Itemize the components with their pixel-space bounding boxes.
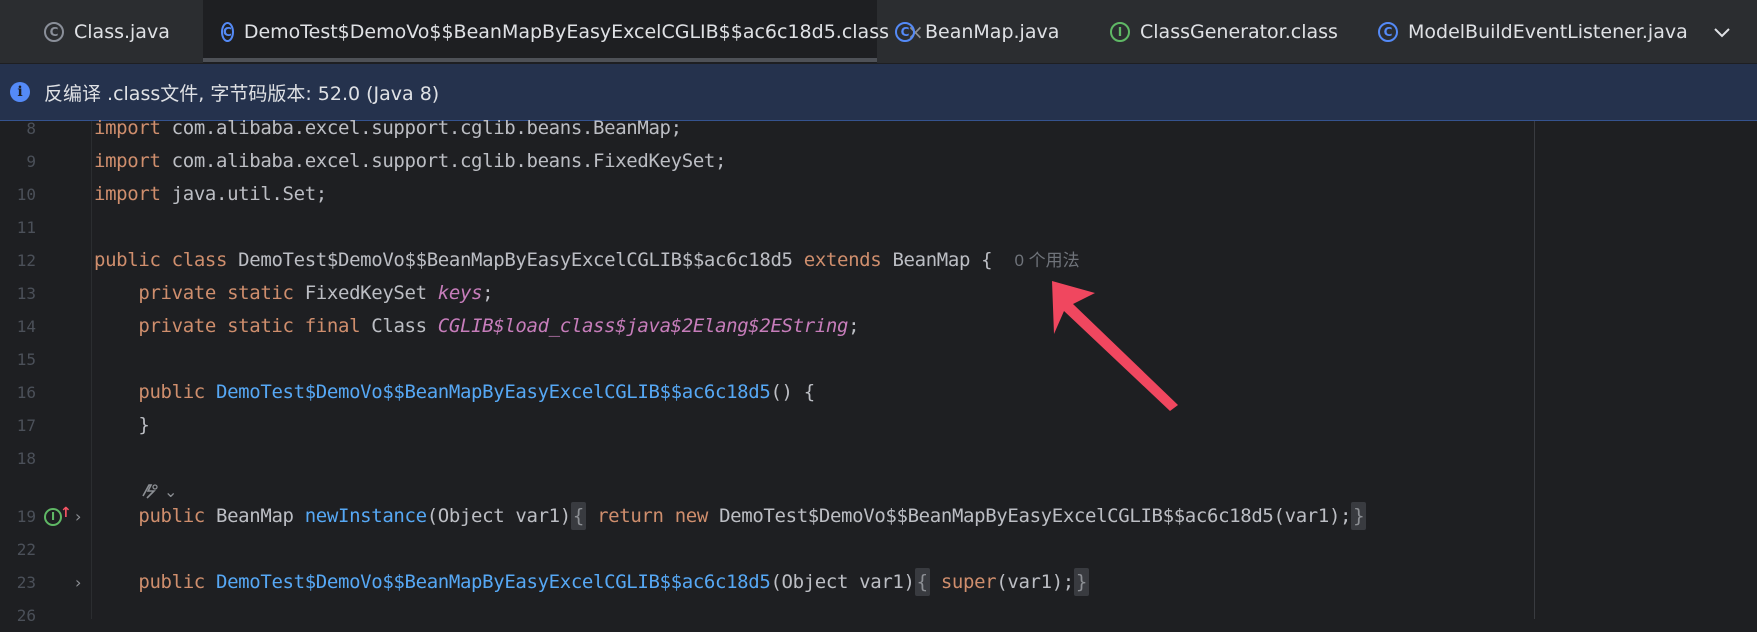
- folded-brace[interactable]: }: [1351, 502, 1367, 530]
- line-number: 12: [16, 251, 36, 270]
- code-line: 23 › public DemoTest$DemoVo$$BeanMapByEa…: [0, 566, 1757, 599]
- override-gutter-marker[interactable]: I ↑: [44, 500, 72, 533]
- chevron-right-icon: ›: [75, 573, 82, 592]
- line-number: 22: [16, 540, 36, 559]
- class-icon: C: [1378, 21, 1398, 42]
- folded-brace[interactable]: }: [1073, 568, 1089, 596]
- editor-tab-bar: C Class.java C DemoTest$DemoVo$$BeanMapB…: [0, 0, 1757, 64]
- tab-label: BeanMap.java: [925, 20, 1060, 43]
- tab-demotest-class[interactable]: C DemoTest$DemoVo$$BeanMapByEasyExcelCGL…: [203, 0, 924, 63]
- code-text[interactable]: import java.util.Set;: [94, 178, 327, 211]
- code-line: 12 public class DemoTest$DemoVo$$BeanMap…: [0, 244, 1757, 277]
- chevron-down-icon: ⌄: [164, 481, 178, 501]
- code-text[interactable]: import com.alibaba.excel.support.cglib.b…: [94, 112, 682, 145]
- code-text[interactable]: public DemoTest$DemoVo$$BeanMapByEasyExc…: [94, 376, 815, 409]
- active-tab-indicator: [203, 58, 877, 62]
- code-line: 16 public DemoTest$DemoVo$$BeanMapByEasy…: [0, 376, 1757, 409]
- line-number: 15: [16, 350, 36, 369]
- line-number: 19: [16, 507, 36, 526]
- code-line: 15: [0, 343, 1757, 376]
- tab-label: DemoTest$DemoVo$$BeanMapByEasyExcelCGLIB…: [243, 20, 889, 43]
- line-number: 23: [16, 573, 36, 592]
- tab-beanmap-java[interactable]: C BeanMap.java: [895, 0, 1059, 63]
- code-text[interactable]: private static FixedKeySet keys;: [94, 277, 493, 310]
- code-text[interactable]: public BeanMap newInstance(Object var1){…: [94, 500, 1367, 533]
- code-text[interactable]: public class DemoTest$DemoVo$$BeanMapByE…: [94, 244, 1080, 277]
- code-line: 8 import com.alibaba.excel.support.cglib…: [0, 112, 1757, 145]
- class-icon: C: [221, 21, 234, 42]
- line-number: 9: [26, 152, 36, 171]
- line-number: 10: [16, 185, 36, 204]
- inlay-hint-icon: [142, 484, 158, 499]
- code-line: 19 I ↑ › public BeanMap newInstance(Obje…: [0, 500, 1757, 533]
- chevron-right-icon: ›: [75, 507, 82, 526]
- code-line: 9 import com.alibaba.excel.support.cglib…: [0, 145, 1757, 178]
- info-icon: i: [10, 82, 30, 102]
- usages-hint[interactable]: 0 个用法: [1014, 251, 1079, 270]
- tab-label: ClassGenerator.class: [1140, 20, 1338, 43]
- class-icon: C: [895, 21, 915, 42]
- code-line: 14 private static final Class CGLIB$load…: [0, 310, 1757, 343]
- arrow-up-icon: ↑: [60, 504, 72, 521]
- line-number: 16: [16, 383, 36, 402]
- code-line: 13 private static FixedKeySet keys;: [0, 277, 1757, 310]
- chevron-down-icon: [1714, 27, 1730, 37]
- code-line: 26: [0, 599, 1757, 632]
- tab-class-java[interactable]: C Class.java: [0, 0, 203, 63]
- line-number: 18: [16, 449, 36, 468]
- fold-toggle[interactable]: ›: [75, 566, 81, 599]
- line-number: 8: [26, 119, 36, 138]
- banner-text: 反编译 .class文件, 字节码版本: 52.0 (Java 8): [44, 82, 440, 105]
- tab-label: ModelBuildEventListener.java: [1408, 20, 1688, 43]
- line-number: 26: [16, 606, 36, 625]
- tab-classgenerator-class[interactable]: I ClassGenerator.class: [1110, 0, 1338, 63]
- folded-brace[interactable]: {: [570, 502, 586, 530]
- code-line: 22: [0, 533, 1757, 566]
- line-number: 11: [16, 218, 36, 237]
- code-text[interactable]: private static final Class CGLIB$load_cl…: [94, 310, 859, 343]
- interface-icon: I: [1110, 21, 1130, 42]
- line-number: 13: [16, 284, 36, 303]
- code-line: 10 import java.util.Set;: [0, 178, 1757, 211]
- tab-modelbuildeventlistener-java[interactable]: C ModelBuildEventListener.java: [1378, 0, 1688, 63]
- folded-brace[interactable]: {: [914, 568, 930, 596]
- compiled-class-icon: C: [44, 21, 64, 42]
- code-text[interactable]: import com.alibaba.excel.support.cglib.b…: [94, 145, 726, 178]
- line-number: 14: [16, 317, 36, 336]
- tab-label: Class.java: [74, 20, 170, 43]
- fold-toggle[interactable]: ›: [75, 500, 81, 533]
- line-number: 17: [16, 416, 36, 435]
- code-line: 17 }: [0, 409, 1757, 442]
- tab-overflow-button[interactable]: [1687, 0, 1757, 63]
- code-line: 11: [0, 211, 1757, 244]
- code-text[interactable]: public DemoTest$DemoVo$$BeanMapByEasyExc…: [94, 566, 1089, 599]
- code-text[interactable]: }: [94, 409, 149, 442]
- code-editor[interactable]: 8 import com.alibaba.excel.support.cglib…: [0, 117, 1757, 625]
- code-line: 18: [0, 442, 1757, 475]
